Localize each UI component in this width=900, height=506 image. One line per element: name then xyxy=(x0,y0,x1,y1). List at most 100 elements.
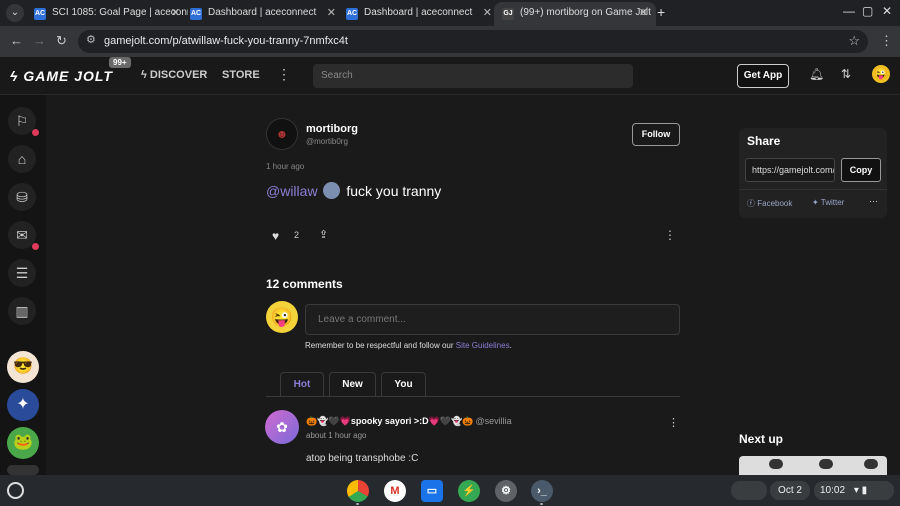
settings-icon[interactable]: ⚙ xyxy=(495,480,517,502)
close-tab-icon[interactable]: ✕ xyxy=(639,2,648,24)
status-area[interactable]: 10:02 ▾ ▮ xyxy=(814,481,894,500)
follow-button[interactable]: Follow xyxy=(632,123,680,146)
heart-icon[interactable]: ♥ xyxy=(272,229,279,243)
share-more-icon[interactable]: ⋯ xyxy=(869,196,878,207)
post-timestamp: 1 hour ago xyxy=(266,162,305,171)
tray-item[interactable] xyxy=(731,481,767,500)
wifi-icon: ▾ xyxy=(853,485,859,496)
comment-author[interactable]: 🎃👻🖤💗spooky sayori >:D💗🖤👻🎃 @sevillia xyxy=(306,416,512,427)
new-tab-button[interactable]: + xyxy=(657,4,665,20)
nav-discover[interactable]: ϟ DISCOVER xyxy=(141,69,207,81)
browser-tab[interactable]: AC Dashboard | aceconnect ✕ xyxy=(182,2,344,26)
date-display[interactable]: Oct 2 xyxy=(770,481,810,500)
post-username[interactable]: mortiborg xyxy=(306,123,358,135)
thumbnail-art xyxy=(864,459,878,469)
tab-hot[interactable]: Hot xyxy=(280,372,324,397)
community-avatar[interactable]: 😎 xyxy=(7,351,39,383)
share-url-field[interactable]: https://gamejolt.com/p/atwillaw-fuck-you… xyxy=(745,158,835,182)
close-tab-icon[interactable]: ✕ xyxy=(483,2,492,24)
gamejolt-favicon-icon: GJ xyxy=(502,8,514,20)
close-window-icon[interactable]: ✕ xyxy=(882,4,892,18)
files-icon[interactable]: ▭ xyxy=(421,480,443,502)
back-icon[interactable]: ← xyxy=(10,33,23,48)
bell-icon[interactable]: 🔔︎ xyxy=(809,67,824,81)
mention-avatar xyxy=(323,182,341,199)
share-facebook[interactable]: ⓕ Facebook xyxy=(747,198,792,209)
thumbnail-art xyxy=(769,459,783,469)
comment-options-icon[interactable]: ⋮ xyxy=(668,416,679,429)
copy-button[interactable]: Copy xyxy=(841,158,881,182)
notification-dot xyxy=(32,129,39,136)
post-text: fuck you tranny xyxy=(346,183,442,199)
comment-author-avatar[interactable]: ✿ xyxy=(265,410,299,444)
launcher-icon[interactable] xyxy=(7,482,24,499)
search-input[interactable]: Search xyxy=(313,64,633,88)
backpack-icon[interactable]: ⛁ xyxy=(8,183,36,211)
community-avatar[interactable]: 🐸 xyxy=(7,427,39,459)
post-handle[interactable]: @mortib0rg xyxy=(306,137,348,146)
more-menu-icon[interactable]: ⋮ xyxy=(277,66,291,83)
site-info-icon[interactable]: ⚙ xyxy=(86,33,96,46)
left-sidebar: ⚐ ⌂ ⛁ ✉ ☰ ▥ 😎 ✦ 🐸 xyxy=(0,95,46,475)
facebook-icon: ⓕ xyxy=(747,199,758,208)
user-avatar[interactable]: 😜 xyxy=(872,65,890,83)
address-bar[interactable]: ⚙ gamejolt.com/p/atwillaw-fuck-you-trann… xyxy=(78,30,868,53)
bolt-icon: ϟ xyxy=(10,68,24,84)
aceconnect-favicon-icon: AC xyxy=(346,8,358,20)
terminal-icon[interactable]: ›_ xyxy=(531,480,553,502)
get-app-button[interactable]: Get App xyxy=(737,64,789,88)
notification-dot xyxy=(32,243,39,250)
tab-new[interactable]: New xyxy=(329,372,376,397)
browser-tab[interactable]: AC SCI 1085: Goal Page | aceconn ✕ xyxy=(26,2,188,26)
post-options-icon[interactable]: ⋮ xyxy=(664,228,676,242)
bookmark-star-icon[interactable]: ☆ xyxy=(848,33,860,49)
comment-handle: @sevillia xyxy=(475,416,512,426)
library-icon[interactable]: ▥ xyxy=(8,297,36,325)
comment-input[interactable]: Leave a comment... xyxy=(305,304,680,335)
browser-tab[interactable]: AC Dashboard | aceconnect ✕ xyxy=(338,2,500,26)
chrome-icon[interactable] xyxy=(347,480,369,502)
reload-icon[interactable]: ↻ xyxy=(56,33,67,49)
like-count: 2 xyxy=(294,230,300,240)
tab-you[interactable]: You xyxy=(381,372,426,397)
post-author-avatar[interactable]: ☻ xyxy=(266,118,298,150)
next-up-heading: Next up xyxy=(739,432,784,446)
site-header: ϟ GAME JOLT 99+ ϟ DISCOVER STORE ⋮ Searc… xyxy=(0,57,900,95)
gamejolt-logo[interactable]: ϟ GAME JOLT xyxy=(10,68,113,84)
share-divider xyxy=(739,189,887,190)
next-up-thumbnail[interactable] xyxy=(739,456,887,475)
browser-menu-icon[interactable]: ⋮ xyxy=(880,33,893,49)
share-card: Share https://gamejolt.com/p/atwillaw-fu… xyxy=(739,128,887,218)
gmail-icon[interactable]: M xyxy=(384,480,406,502)
url-text: gamejolt.com/p/atwillaw-fuck-you-tranny-… xyxy=(104,35,348,47)
battery-icon: ▮ xyxy=(861,485,868,496)
close-tab-icon[interactable]: ✕ xyxy=(171,2,180,24)
share-twitter[interactable]: ✦ Twitter xyxy=(812,198,844,207)
tab-search-button[interactable]: ⌄ xyxy=(6,4,24,22)
community-avatar[interactable] xyxy=(7,465,39,475)
activity-icon[interactable]: ⇅ xyxy=(841,67,851,81)
thumbnail-art xyxy=(819,459,833,469)
minimize-icon[interactable]: — xyxy=(843,4,855,18)
browser-tab-active[interactable]: GJ (99+) mortiborg on Game Jolt ✕ xyxy=(494,2,656,26)
forward-icon[interactable]: → xyxy=(33,33,46,48)
aceconnect-favicon-icon: AC xyxy=(34,8,46,20)
community-avatar[interactable]: ✦ xyxy=(7,389,39,421)
comment-timestamp: about 1 hour ago xyxy=(306,431,367,440)
chat-icon[interactable]: ☰ xyxy=(8,259,36,287)
bolt-icon: ϟ xyxy=(141,69,150,81)
user-mention[interactable]: @willaw xyxy=(266,183,318,199)
current-user-avatar: 😜 xyxy=(266,301,298,333)
nav-store[interactable]: STORE xyxy=(222,69,260,81)
running-indicator xyxy=(356,503,359,505)
running-indicator xyxy=(540,503,543,505)
store-icon[interactable]: ⌂ xyxy=(8,145,36,173)
maximize-icon[interactable]: ▢ xyxy=(862,4,873,18)
aceconnect-favicon-icon: AC xyxy=(190,8,202,20)
close-tab-icon[interactable]: ✕ xyxy=(327,2,336,24)
share-icon[interactable]: ⇪ xyxy=(319,228,328,241)
site-guidelines-link[interactable]: Site Guidelines xyxy=(456,341,510,350)
messenger-icon[interactable]: ⚡ xyxy=(458,480,480,502)
tabs-divider xyxy=(266,396,680,397)
clock: 10:02 xyxy=(820,485,846,496)
